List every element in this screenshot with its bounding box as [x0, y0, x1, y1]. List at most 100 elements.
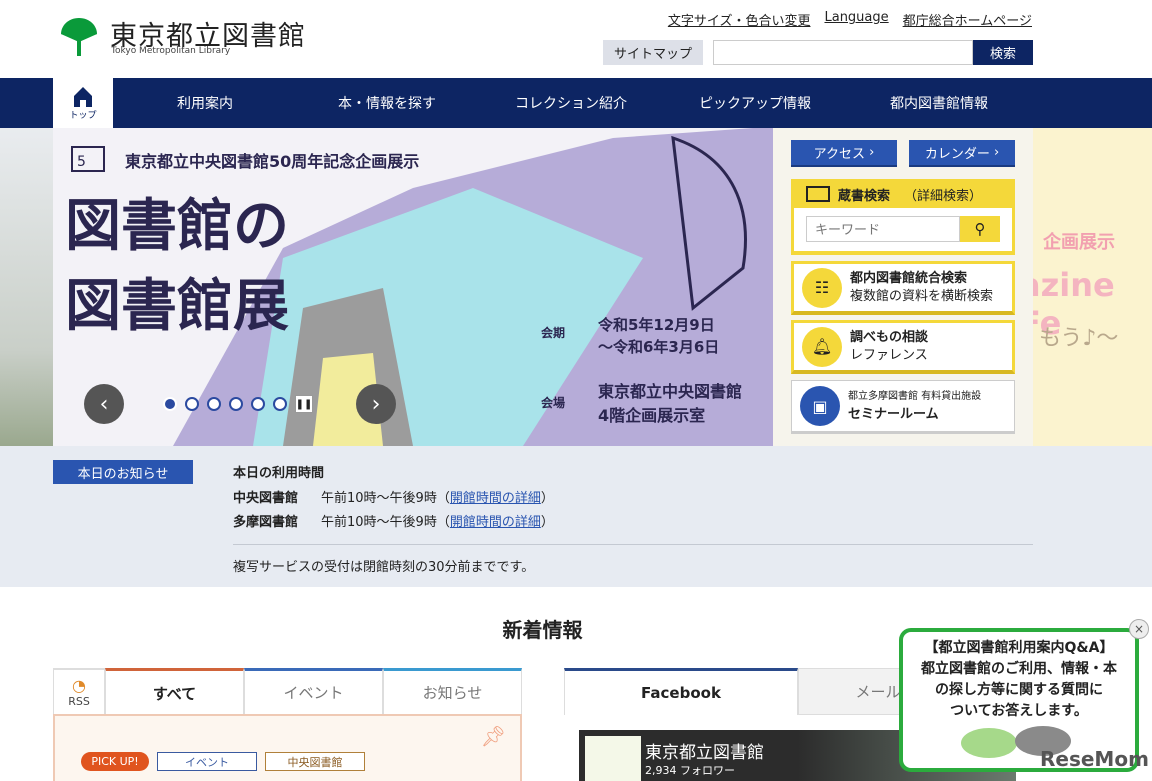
side-panel: アクセス › カレンダー › 蔵書検索 （詳細検索） ⚲ ☷ 都内図書館統合検索… [773, 128, 1033, 446]
reference-sub: レファレンス [850, 347, 928, 363]
hours-detail-link[interactable]: 開館時間の詳細 [450, 491, 541, 506]
rss-label: RSS [68, 695, 90, 708]
keyword-input[interactable] [806, 216, 960, 242]
qa-title: 【都立図書館利用案内Q&A】 [924, 640, 1114, 656]
copy-service-note: 複写サービスの受付は閉館時刻の30分前までです。 [233, 560, 535, 575]
integrated-search-link[interactable]: ☷ 都内図書館統合検索 複数館の資料を横断検索 [791, 261, 1015, 315]
venue-line-1: 東京都立中央図書館 [598, 382, 743, 401]
home-icon [74, 86, 92, 107]
catalog-search-box: 蔵書検索 （詳細検索） ⚲ [791, 179, 1015, 255]
access-label: アクセス [813, 147, 865, 162]
seminar-room-title: セミナールーム [848, 407, 939, 422]
peek-text: 企画展示 [1043, 232, 1115, 253]
facebook-followers: 2,934 フォロワー [645, 764, 735, 777]
tab-all[interactable]: すべて [105, 668, 244, 715]
period: 令和5年12月9日 〜令和6年3月6日 [598, 314, 719, 358]
nav-usage[interactable]: 利用案内 [113, 78, 297, 128]
presenter-icon: ▣ [800, 386, 840, 426]
hours: 午前10時〜午後9時 [321, 491, 437, 506]
pin-icon: 📌︎ [480, 724, 506, 748]
next-slide-button[interactable]: › [356, 384, 396, 424]
venue-label: 会場 [541, 396, 566, 410]
period-label: 会期 [541, 326, 566, 340]
hero-subtitle: 東京都立中央図書館50周年記念企画展示 [125, 152, 420, 171]
resemom-watermark: ReseMom [1040, 747, 1149, 771]
nav-home[interactable]: トップ [53, 78, 113, 128]
reference-title: 調べもの相談 [850, 329, 929, 345]
svg-text:5: 5 [77, 154, 86, 170]
calendar-button[interactable]: カレンダー › [909, 140, 1015, 167]
slide-dot[interactable] [185, 397, 199, 411]
tab-events[interactable]: イベント [244, 668, 383, 715]
catalog-search-title: 蔵書検索 [838, 188, 891, 204]
sitemap-tree-icon: ☷ [802, 267, 842, 308]
library-tag[interactable]: 中央図書館 [265, 752, 365, 771]
hours-detail-link[interactable]: 開館時間の詳細 [450, 515, 541, 530]
access-button[interactable]: アクセス › [791, 140, 897, 167]
nav-collections[interactable]: コレクション紹介 [477, 78, 665, 128]
period-start: 令和5年12月9日 [598, 316, 715, 334]
venue-line-2: 4階企画展示室 [598, 406, 706, 425]
qa-body-line: 都立図書館のご利用、情報・本 [921, 661, 1117, 677]
tab-facebook[interactable]: Facebook [564, 668, 798, 715]
nav-tokyo-libraries[interactable]: 都内図書館情報 [845, 78, 1033, 128]
next-slide-peek: 企画展示 azine Fe もう♪〜 [1033, 128, 1152, 446]
seminar-room-sub: 都立多摩図書館 有料貸出施設 [848, 391, 982, 402]
pause-icon[interactable]: ❚❚ [295, 395, 313, 413]
bell-icon: 🔔︎ [802, 326, 842, 367]
peek-text: もう♪〜 [1039, 326, 1119, 351]
link-tokyo-gov[interactable]: 都庁総合ホームページ [903, 10, 1032, 29]
hero-title-1: 図書館の [65, 194, 289, 259]
qa-close-button[interactable]: × [1129, 619, 1149, 639]
ginkgo-logo-icon [61, 18, 97, 56]
seminar-room-link[interactable]: ▣ 都立多摩図書館 有料貸出施設セミナールーム [791, 380, 1015, 434]
slide-dots: ❚❚ [163, 395, 313, 413]
library-name: 中央図書館 [233, 491, 299, 506]
integrated-search-sub: 複数館の資料を横断検索 [850, 288, 994, 304]
computer-icon [806, 186, 830, 202]
hours-row: 中央図書館 午前10時〜午後9時（開館時間の詳細） [233, 487, 554, 506]
nav-pickup[interactable]: ピックアップ情報 [665, 78, 845, 128]
period-end: 〜令和6年3月6日 [598, 338, 720, 356]
keyword-search-button[interactable]: ⚲ [960, 216, 1000, 242]
utility-links: 文字サイズ・色合い変更 Language 都庁総合ホームページ [668, 10, 1032, 29]
hours-row: 多摩図書館 午前10時〜午後9時（開館時間の詳細） [233, 511, 554, 530]
slide-dot[interactable] [273, 397, 287, 411]
site-search-button[interactable]: 検索 [973, 40, 1033, 65]
hero-title-2: 図書館展 [65, 274, 289, 339]
slide-dot-active[interactable] [163, 397, 177, 411]
advanced-search-link[interactable]: 詳細検索 [917, 189, 969, 204]
rss-link[interactable]: ◔ RSS [53, 668, 105, 715]
calendar-label: カレンダー [924, 147, 990, 162]
hours: 午前10時〜午後9時 [321, 515, 437, 530]
site-subtitle: Tokyo Metropolitan Library [111, 46, 231, 56]
pickup-tag: PICK UP! [81, 752, 149, 771]
link-text-size-color[interactable]: 文字サイズ・色合い変更 [668, 10, 811, 29]
event-tag[interactable]: イベント [157, 752, 257, 771]
site-search-input[interactable] [713, 40, 973, 65]
divider [233, 544, 1033, 545]
nav-find-books[interactable]: 本・情報を探す [297, 78, 477, 128]
slide-dot[interactable] [251, 397, 265, 411]
reference-link[interactable]: 🔔︎ 調べもの相談 レファレンス [791, 320, 1015, 374]
prev-slide-button[interactable]: ‹ [84, 384, 124, 424]
hours-heading: 本日の利用時間 [233, 466, 325, 481]
link-language[interactable]: Language [824, 10, 888, 29]
library-name: 多摩図書館 [233, 515, 299, 530]
nav-home-label: トップ [69, 110, 97, 121]
news-tags: PICK UP! イベント 中央図書館 [81, 752, 365, 771]
tab-notices[interactable]: お知らせ [383, 668, 522, 715]
hero-slide[interactable]: 5 東京都立中央図書館50周年記念企画展示 図書館の 図書館展 会期 令和5年1… [53, 128, 773, 446]
sitemap-link[interactable]: サイトマップ [603, 40, 703, 65]
venue: 東京都立中央図書館 4階企画展示室 [598, 380, 742, 428]
qa-body-line: の探し方等に関する質問に [935, 682, 1103, 698]
slide-dot[interactable] [229, 397, 243, 411]
notice-badge: 本日のお知らせ [53, 460, 193, 484]
news-panel: 📌︎ PICK UP! イベント 中央図書館 [53, 714, 522, 781]
facebook-page-name[interactable]: 東京都立図書館 [645, 738, 764, 763]
50th-anniversary-icon: 5 [71, 146, 105, 172]
rss-icon: ◔ [72, 676, 86, 695]
qa-body-line: ついてお答えします。 [950, 703, 1088, 719]
prev-slide-peek [0, 128, 53, 446]
slide-dot[interactable] [207, 397, 221, 411]
